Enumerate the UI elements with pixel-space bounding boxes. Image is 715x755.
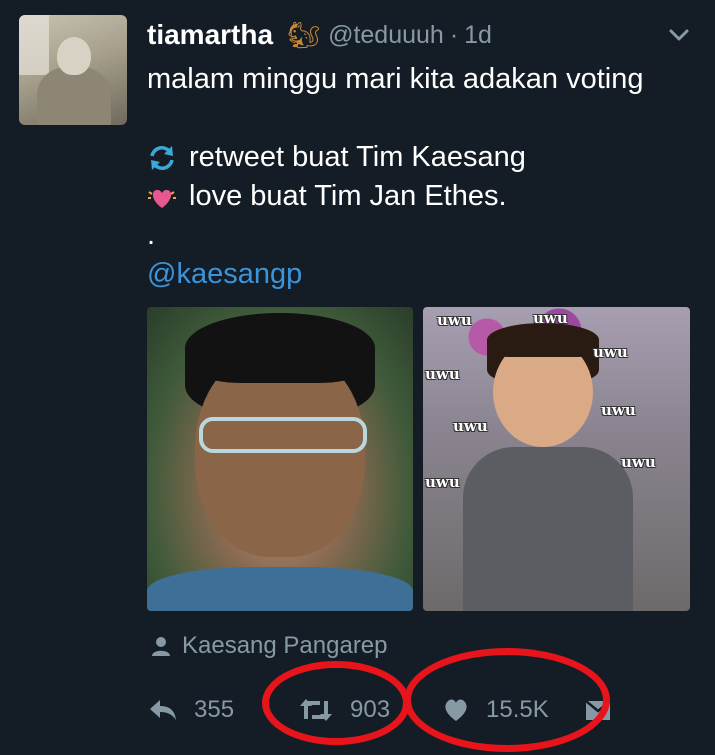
uwu-label: uwu: [453, 417, 488, 435]
reply-button[interactable]: 355: [148, 690, 234, 730]
author-avatar[interactable]: [19, 15, 127, 125]
mention-link[interactable]: @kaesangp: [147, 255, 697, 294]
uwu-label: uwu: [425, 473, 460, 491]
photo-glasses: [199, 417, 367, 453]
tweet-line: retweet buat Tim Kaesang: [147, 138, 697, 177]
tweet-line: love buat Tim Jan Ethes.: [147, 177, 697, 216]
tweet-body: malam minggu mari kita adakan voting ret…: [147, 60, 697, 294]
photo-attribution[interactable]: Kaesang Pangarep: [150, 632, 388, 660]
author-handle[interactable]: @teduuuh: [328, 21, 444, 50]
tweet-header: tiamartha 🐿 @teduuuh · 1d: [147, 18, 492, 52]
uwu-label: uwu: [437, 311, 472, 329]
uwu-label: uwu: [425, 365, 460, 383]
avatar-figure: [37, 67, 111, 125]
uwu-label: uwu: [601, 401, 636, 419]
retweet-emoji-icon: [150, 145, 174, 170]
uwu-label: uwu: [621, 453, 656, 471]
annotation-circle-likes: [404, 648, 610, 752]
tweet-image-left[interactable]: [147, 307, 413, 611]
photo-hair-top: [185, 313, 375, 383]
author-display-name[interactable]: tiamartha: [147, 19, 273, 51]
tweet-timestamp[interactable]: 1d: [464, 21, 492, 50]
tweet-image-right[interactable]: uwu uwu uwu uwu uwu uwu uwu uwu: [423, 307, 690, 611]
chevron-down-icon[interactable]: [668, 25, 690, 45]
attribution-name: Kaesang Pangarep: [182, 632, 388, 659]
tweet-line-text: retweet buat Tim Kaesang: [189, 141, 526, 173]
tweet-line: .: [147, 219, 156, 251]
photo-kid-shirt: [463, 447, 633, 611]
reply-count: 355: [194, 696, 235, 723]
avatar-head: [57, 37, 91, 75]
photo-kid-hair-top: [487, 323, 599, 357]
tweet-line-text: love buat Tim Jan Ethes.: [189, 180, 507, 212]
annotation-circle-retweets: [262, 661, 410, 745]
tweet-line: malam minggu mari kita adakan voting: [147, 63, 644, 95]
squirrel-icon: 🐿: [287, 19, 321, 50]
reply-icon: [150, 700, 176, 720]
header-separator: ·: [449, 20, 459, 49]
photo-shirt: [147, 567, 413, 611]
person-icon: [152, 637, 170, 656]
avatar-background: [19, 15, 49, 75]
uwu-label: uwu: [533, 309, 568, 327]
sparkling-heart-emoji-icon: [148, 189, 176, 208]
uwu-label: uwu: [593, 343, 628, 361]
